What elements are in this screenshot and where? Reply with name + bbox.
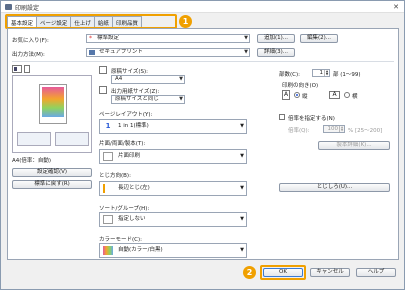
binding-select[interactable]: 長辺とじ(左) ▼ [99,181,247,196]
add-favorite-button[interactable]: 追加(1)... [257,34,295,43]
chevron-down-icon: ▼ [240,216,244,222]
window-title: 印刷設定 [15,5,40,12]
binding-label: とじ方向(B): [99,173,131,179]
edit-favorite-button[interactable]: 編集(2)... [300,34,338,43]
favorites-value: 標準設定 [97,35,120,41]
copies-label: 部数(C): [279,72,300,78]
color-mode-icon [55,132,89,146]
original-size-value: A4 [115,76,123,82]
color-mode-value: 自動(カラー/白黒) [118,247,163,253]
spin-arrows-icon[interactable]: ▲ ▼ [339,126,344,132]
restore-defaults-button[interactable]: 標準に戻す(R) [12,180,92,189]
ok-button[interactable]: OK [263,268,303,277]
chevron-down-icon: ▼ [179,76,183,82]
page-layout-value: 1 in 1(標準) [118,123,149,129]
star-icon: * [89,35,92,42]
print-settings-window: 印刷設定 ✕ 基本設定 ページ設定 仕上げ 給紙 印刷品質 1 お気に入り(F)… [0,0,405,290]
copies-range: 部 (1～99) [333,72,361,78]
original-size-icon [99,66,107,74]
chevron-down-icon: ▼ [244,35,248,41]
lock-printer-icon [89,50,95,55]
landscape-radio[interactable] [344,92,350,98]
preview-caption: A4(倍率：自動) [12,158,52,164]
sort-select[interactable]: 指定しない ▼ [99,212,247,227]
original-size-select[interactable]: A4 ▼ [111,75,185,84]
spin-arrows-icon[interactable]: ▲ ▼ [324,70,329,76]
no-sort-icon [103,215,113,224]
secure-print-icon [17,132,51,146]
portrait-icon: A [282,90,290,100]
orientation-label: 印刷の向き(O) [282,83,319,89]
favorites-select[interactable]: * 標準設定 ▼ [86,34,250,43]
landscape-label: 横 [352,94,358,100]
original-size-label: 原稿サイズ(S): [111,69,148,75]
chevron-down-icon: ▼ [240,123,244,129]
copies-stepper[interactable]: 1 ▲ ▼ [312,69,330,77]
binding-value: 長辺とじ(左) [118,185,150,191]
tabs-highlight [5,14,177,29]
preview-toggle-icon[interactable] [12,65,22,73]
settings-confirm-button[interactable]: 設定確認(V) [12,168,92,177]
sort-value: 指定しない [118,216,146,222]
landscape-icon: A [329,91,340,99]
portrait-radio[interactable] [294,92,300,98]
gutter-button[interactable]: とじしろ(U)... [279,183,390,192]
page-layout-select[interactable]: 1 1 in 1(標準) ▼ [99,119,247,134]
chevron-down-icon: ▼ [240,153,244,159]
output-detail-button[interactable]: 詳細(3)... [257,48,295,57]
color-mode-label: カラーモード(C): [99,237,142,243]
scale-stepper[interactable]: 100 ▲ ▼ [323,125,345,133]
output-paper-value: 原稿サイズと同じ [115,96,159,102]
output-method-label: 出力方法(M): [12,52,45,58]
specify-scale-label: 倍率を指定する(N) [288,116,335,122]
output-method-value: セキュアプリント [99,49,143,55]
output-paper-select[interactable]: 原稿サイズと同じ ▼ [111,95,185,104]
duplex-label: 片面/両面/製本(T): [99,141,146,147]
binding-left-icon [103,184,113,193]
copies-value: 1 [319,70,324,76]
basic-settings-panel: お気に入り(F): * 標準設定 ▼ 追加(1)... 編集(2)... 出力方… [7,28,399,260]
layout-toggle-icon[interactable] [24,65,30,73]
divider [12,61,394,62]
chevron-down-icon: ▼ [240,185,244,191]
printer-icon [5,4,12,10]
output-method-select[interactable]: セキュアプリント ▼ [86,48,250,57]
specify-scale-checkbox[interactable] [279,114,285,120]
portrait-label: 縦 [302,94,308,100]
chevron-down-icon: ▼ [244,49,248,55]
preview-page-image [39,84,67,124]
title-bar: 印刷設定 ✕ [1,1,404,13]
scale-range: % [25～200] [348,128,383,134]
chevron-down-icon: ▼ [240,247,244,253]
close-icon[interactable]: ✕ [392,3,400,11]
duplex-select[interactable]: 片面印刷 ▼ [99,149,247,164]
output-paper-label: 出力用紙サイズ(Z): [111,89,160,95]
single-sided-icon [103,152,113,161]
color-mode-select[interactable]: 自動(カラー/白黒) ▼ [99,243,247,258]
sort-label: ソート/グループ(H): [99,206,150,212]
favorites-label: お気に入り(F): [12,38,49,44]
scale-ratio-label: 倍率(Q): [288,128,310,134]
page-preview [12,75,92,153]
auto-color-icon [103,246,113,255]
callout-badge-2: 2 [243,266,256,279]
one-page-icon: 1 [103,122,113,131]
chevron-down-icon: ▼ [179,96,183,102]
callout-badge-1: 1 [179,15,192,28]
cancel-button[interactable]: キャンセル [310,268,350,277]
scale-value: 100 [327,126,339,132]
output-paper-icon [99,86,107,94]
page-layout-label: ページレイアウト(Y): [99,112,153,118]
duplex-value: 片面印刷 [118,153,141,159]
help-button[interactable]: ヘルプ [356,268,396,277]
booklet-detail-button[interactable]: 製本詳細(K)... [318,141,390,150]
